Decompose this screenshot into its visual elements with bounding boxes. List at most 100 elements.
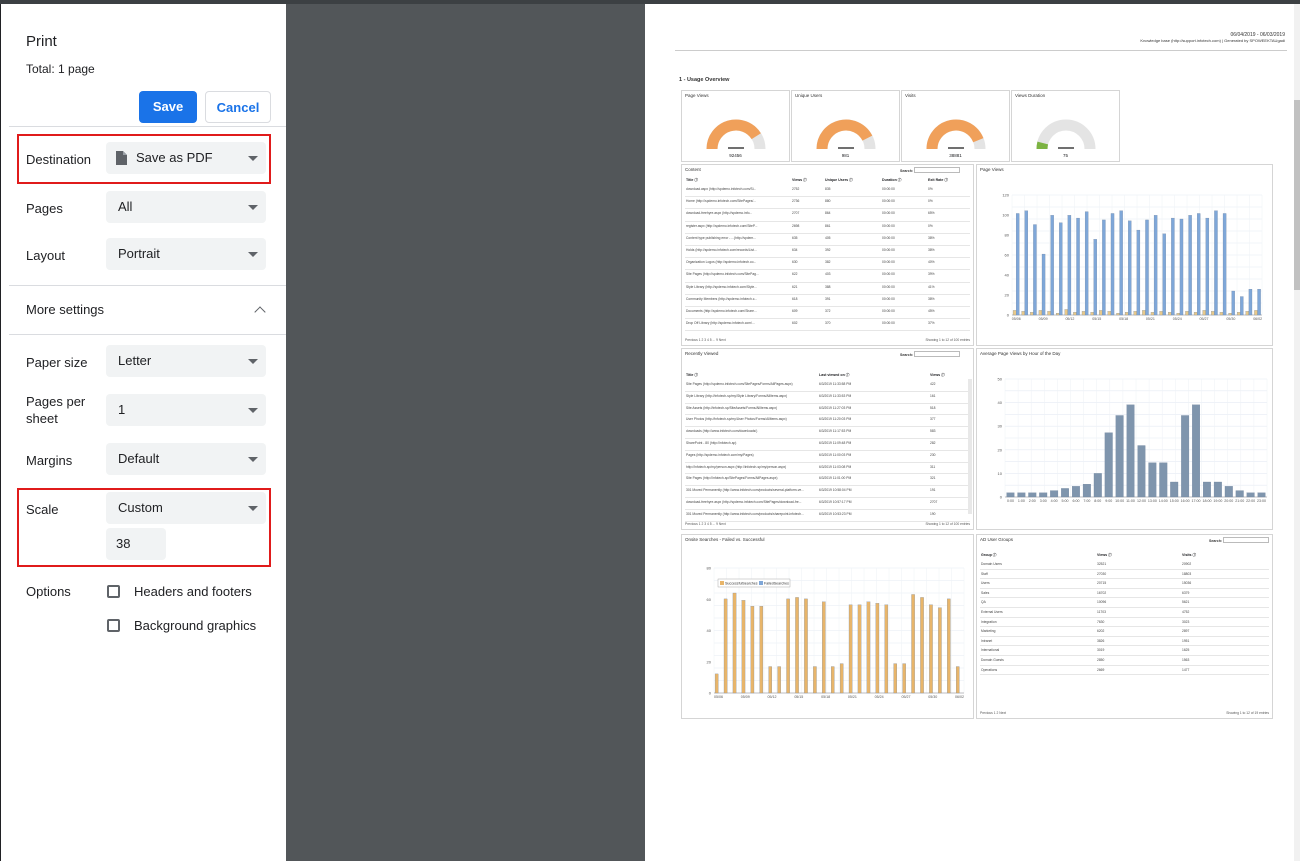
groups-panel: AD User Groups Search: Group ⓘ Views ⓘ Vis… xyxy=(976,534,1273,719)
bar xyxy=(723,598,728,694)
pager[interactable]: Previous 1 2 3 4 5 ... 9 Next xyxy=(685,338,726,342)
pager[interactable]: Previous 1 2 Next xyxy=(980,711,1006,715)
panel-title: AD User Groups xyxy=(980,537,1014,542)
background-graphics-checkbox[interactable] xyxy=(107,619,120,632)
table-cell: 190 xyxy=(930,511,936,516)
table-row-divider xyxy=(980,655,1269,656)
table-cell: 38% xyxy=(928,296,935,301)
bar xyxy=(786,598,790,694)
table-cell: 301 Moved Permanently (http://www.infote… xyxy=(686,488,805,493)
table-info: Showing 1 to 12 of 100 entries xyxy=(925,338,970,342)
bar xyxy=(1072,486,1080,498)
table-cell: Organization Logos (http://spdemo.infote… xyxy=(686,260,757,265)
bar xyxy=(768,666,772,694)
table-cell: 6/3/2019 11:01:00 PM xyxy=(819,476,852,481)
headers-footers-checkbox[interactable] xyxy=(107,585,120,598)
table-cell: Users xyxy=(981,581,990,586)
search-input[interactable] xyxy=(1223,537,1269,543)
more-settings-toggle[interactable]: More settings xyxy=(26,302,104,317)
table-header: Views ⓘ xyxy=(1097,553,1112,557)
table-cell: 2698 xyxy=(792,223,800,228)
table-cell: 880 xyxy=(825,199,831,204)
pager[interactable]: Previous 1 2 3 4 5 ... 9 Next xyxy=(685,522,726,526)
x-tick-label: 18:00 xyxy=(1202,499,1211,503)
table-cell: 5621 xyxy=(1182,600,1190,605)
document-icon xyxy=(116,151,127,165)
pages-per-sheet-select[interactable]: 1 xyxy=(106,394,266,426)
table-cell: Domain Users xyxy=(981,562,1002,566)
headers-footers-label[interactable]: Headers and footers xyxy=(134,584,252,599)
table-cell: 0% xyxy=(928,199,933,204)
chevron-down-icon xyxy=(248,457,258,462)
table-row-divider xyxy=(685,293,970,295)
table-cell: Intranet xyxy=(981,638,993,643)
table-cell: 634 xyxy=(792,248,798,252)
y-tick-label: 20 xyxy=(707,659,712,664)
y-tick-label: 80 xyxy=(1005,233,1010,238)
total-pages: Total: 1 page xyxy=(26,62,95,76)
bar xyxy=(920,597,924,694)
x-tick-label: 05/06 xyxy=(1012,317,1021,321)
cancel-button[interactable]: Cancel xyxy=(205,91,271,123)
pages-select[interactable]: All xyxy=(106,191,266,223)
x-tick-label: 05/24 xyxy=(1173,317,1182,321)
bar xyxy=(1039,492,1048,498)
margins-select[interactable]: Default xyxy=(106,443,266,475)
destination-select[interactable]: Save as PDF xyxy=(106,142,266,174)
table-cell: 20715 xyxy=(1097,581,1107,586)
table-row-divider xyxy=(685,245,970,246)
preview-page[interactable]: 06/04/2019 - 06/03/2019 Knowledge base (… xyxy=(645,4,1294,861)
search-input[interactable] xyxy=(914,351,960,357)
x-tick-label: 05/15 xyxy=(1092,317,1101,321)
table-cell: 41% xyxy=(928,284,935,289)
x-tick-label: 14:00 xyxy=(1159,499,1168,503)
scale-percent-input[interactable]: 38 xyxy=(106,528,166,560)
x-tick-label: 06/02 xyxy=(955,695,964,699)
layout-label: Layout xyxy=(26,248,66,263)
y-tick-label: 30 xyxy=(998,424,1003,429)
table-cell: Site Pages (http://spdemo.infotech.com/S… xyxy=(686,382,793,386)
table-cell: 6/3/2019 11:33:53 PM xyxy=(819,393,852,398)
table-cell: 4752 xyxy=(1182,610,1190,614)
bar xyxy=(1248,289,1253,316)
table-scrollbar[interactable] xyxy=(968,379,972,514)
table-row-divider xyxy=(980,674,1269,676)
table-cell: 3023 xyxy=(1182,619,1190,624)
bar xyxy=(1099,310,1103,316)
search-input[interactable] xyxy=(914,167,960,173)
bar xyxy=(1235,490,1244,498)
bar xyxy=(902,663,906,694)
chevron-up-icon[interactable] xyxy=(254,306,266,318)
panel-title: Content xyxy=(685,167,701,172)
paper-size-select[interactable]: Letter xyxy=(106,345,266,377)
scale-value: Custom xyxy=(118,500,163,515)
bar xyxy=(1076,217,1080,316)
table-cell: 2897 xyxy=(1182,629,1190,634)
table-cell: 630 xyxy=(792,260,798,265)
table-row-divider xyxy=(685,281,970,283)
bar xyxy=(741,600,746,694)
table-cell: 635 xyxy=(792,235,798,240)
bar xyxy=(1246,492,1255,498)
pageviews-panel: Page Views 120 100 80 60 40 20 0 05/06 05/09 05/1… xyxy=(976,164,1273,346)
x-tick-label: 15:00 xyxy=(1170,499,1179,503)
bar xyxy=(822,601,826,694)
table-row-divider xyxy=(980,626,1269,628)
table-cell: 40% xyxy=(928,260,935,265)
table-row-divider xyxy=(685,318,970,320)
bar xyxy=(1228,313,1232,316)
hourly-chart: 50 40 30 20 10 0 0:00 1:00 2:00 3:00 4:00 5:00 6:00 7… xyxy=(998,377,1268,503)
bar xyxy=(1082,484,1091,498)
preview-scrollbar-thumb[interactable] xyxy=(1294,100,1300,290)
bar xyxy=(1197,213,1201,316)
bar xyxy=(777,666,781,694)
save-button[interactable]: Save xyxy=(139,91,197,123)
background-graphics-label[interactable]: Background graphics xyxy=(134,618,256,633)
chevron-down-icon xyxy=(248,156,258,161)
x-tick-label: 05/21 xyxy=(848,695,857,699)
scale-select[interactable]: Custom xyxy=(106,492,266,524)
table-row-divider xyxy=(685,257,970,259)
bar xyxy=(1188,215,1192,316)
x-tick-label: 05/24 xyxy=(875,695,884,699)
layout-select[interactable]: Portrait xyxy=(106,238,266,270)
